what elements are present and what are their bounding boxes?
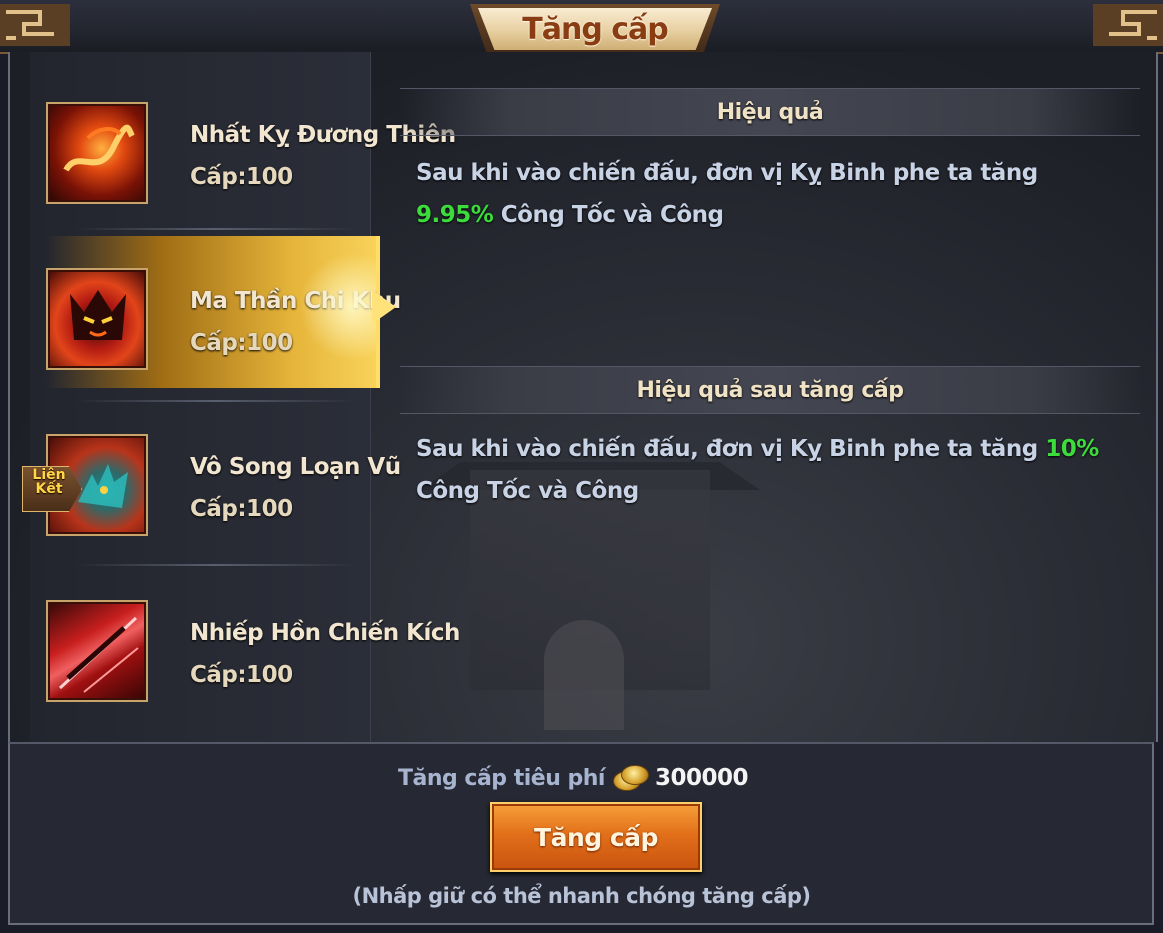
fire-dragon-icon: [46, 102, 148, 204]
ornament-corner-icon: [1093, 4, 1163, 46]
ornament-corner-icon: [0, 4, 70, 46]
skill-level: Cấp:100: [190, 496, 293, 522]
skill-level: Cấp:100: [190, 164, 293, 190]
title-plaque: Tăng cấp: [478, 8, 712, 50]
skill-name: Vô Song Loạn Vũ: [190, 454, 401, 480]
effect-value: 9.95%: [416, 202, 494, 228]
skill-level: Cấp:100: [190, 330, 293, 356]
upgrade-button[interactable]: Tăng cấp: [490, 802, 702, 872]
skill-item-nhat-ky-duong-thien[interactable]: Nhất Kỵ Đương Thiên Cấp:100: [46, 102, 456, 208]
skill-name: Nhiếp Hồn Chiến Kích: [190, 620, 460, 646]
skill-item-vo-song-loan-vu[interactable]: Liên Kết Vô Song Loạn Vũ Cấp:100: [22, 434, 401, 540]
upgrade-button-label: Tăng cấp: [534, 822, 658, 852]
cost-value: 300000: [654, 765, 749, 791]
halberd-slash-icon: [46, 600, 148, 702]
link-badge-label: Liên Kết: [32, 467, 66, 497]
effect-after-description: Sau khi vào chiến đấu, đơn vị Kỵ Binh ph…: [416, 436, 1099, 504]
effect-description: Sau khi vào chiến đấu, đơn vị Kỵ Binh ph…: [416, 160, 1038, 228]
demon-face-icon: [46, 268, 148, 370]
upgrade-cost: Tăng cấp tiêu phí 300000: [398, 760, 749, 796]
hold-hint: (Nhấp giữ có thể nhanh chóng tăng cấp): [352, 884, 811, 908]
skill-level: Cấp:100: [190, 662, 293, 688]
effect-header: Hiệu quả: [400, 88, 1140, 136]
effect-after-header: Hiệu quả sau tăng cấp: [400, 366, 1140, 414]
copper-coin-icon: [612, 765, 649, 791]
cost-label: Tăng cấp tiêu phí: [398, 765, 605, 791]
effect-after-value: 10%: [1045, 436, 1099, 462]
window-title: Tăng cấp: [522, 11, 668, 47]
skill-item-nhiep-hon-chien-kich[interactable]: Nhiếp Hồn Chiến Kích Cấp:100: [46, 600, 460, 706]
